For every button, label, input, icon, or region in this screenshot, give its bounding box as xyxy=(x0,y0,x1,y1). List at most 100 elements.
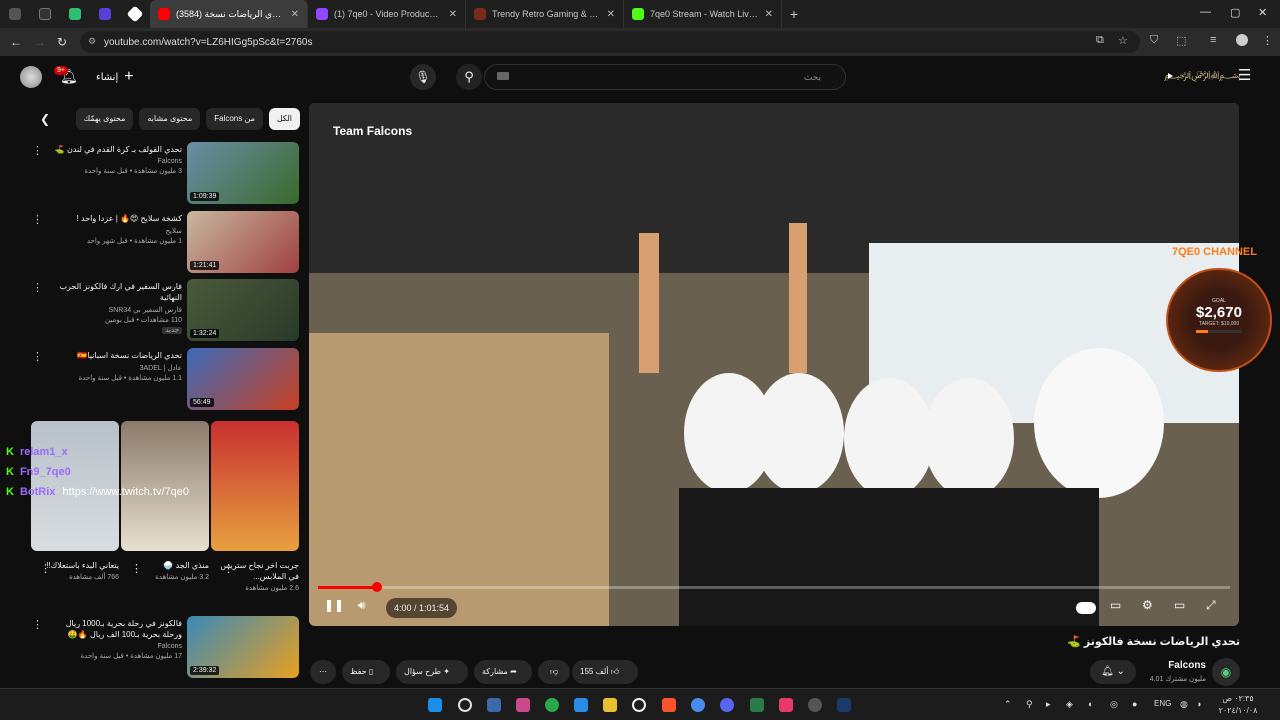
app-icon[interactable] xyxy=(516,698,530,712)
minimize-icon[interactable]: — xyxy=(1200,6,1211,18)
video-thumbnail[interactable]: 56:49 xyxy=(187,348,299,410)
shield-icon[interactable]: ⛉ xyxy=(1150,34,1158,47)
app-icon[interactable] xyxy=(632,698,646,712)
like-button[interactable]: 155 ألف 👍︎ xyxy=(572,660,638,684)
channel-name[interactable]: Falcons xyxy=(50,643,182,650)
video-thumbnail[interactable]: 2:39:32 xyxy=(187,616,299,678)
close-icon[interactable]: ✕ xyxy=(291,9,299,20)
tray-icon[interactable]: ◐ xyxy=(1088,699,1093,709)
app-icon[interactable] xyxy=(545,698,559,712)
language-indicator[interactable]: ENG xyxy=(1154,699,1171,708)
fullscreen-icon[interactable]: ⤢ xyxy=(1206,598,1216,613)
video-title[interactable]: فارس السفير في ارك فالكونز الحرب النهائي… xyxy=(50,281,182,303)
more-options-icon[interactable]: ⋮ xyxy=(32,144,43,157)
more-options-icon[interactable]: ⋮ xyxy=(223,562,234,575)
chrome-icon[interactable] xyxy=(691,698,705,712)
close-icon[interactable]: ✕ xyxy=(765,9,773,20)
list-item[interactable]: 56:49 تحدي الرياضات نسخة اسبانيا🇪🇸 عادل … xyxy=(30,348,300,412)
channel-avatar[interactable]: ◉ xyxy=(1212,658,1240,686)
chip-related[interactable]: محتوى مشابه xyxy=(139,108,201,130)
profile-avatar[interactable] xyxy=(1236,34,1248,46)
reload-icon[interactable]: ↻ xyxy=(50,35,74,49)
brave-icon[interactable] xyxy=(662,698,676,712)
dislike-button[interactable]: 👎︎ xyxy=(538,660,570,684)
extensions-icon[interactable]: ⬚ xyxy=(1176,34,1186,47)
new-tab-button[interactable]: + xyxy=(782,6,806,22)
close-icon[interactable]: ✕ xyxy=(607,9,615,20)
video-title[interactable]: فالكونز في رحلة بحرية بـ1000 ريال ورحلة … xyxy=(50,618,182,640)
search-icon[interactable]: ⚲ xyxy=(456,64,482,90)
back-icon[interactable]: ← xyxy=(4,35,28,49)
close-icon[interactable]: ✕ xyxy=(449,9,457,20)
tab-retro[interactable]: Trendy Retro Gaming & Cult Fil ✕ xyxy=(466,0,624,28)
search-input[interactable]: بحث xyxy=(484,64,846,90)
channel-name[interactable]: Falcons xyxy=(1140,660,1206,671)
network-icon[interactable]: ◍ xyxy=(1180,699,1188,710)
obs-icon[interactable] xyxy=(808,698,822,712)
tab-youtube[interactable]: (3584) تحدي الرياضات نسخة ✕ xyxy=(150,0,308,28)
url-input[interactable]: ⚙ youtube.com/watch?v=LZ6HIGg5pSc&t=2760… xyxy=(80,31,1140,53)
ask-button[interactable]: طرح سؤال ✦ xyxy=(396,660,468,684)
folder-icon[interactable] xyxy=(603,698,617,712)
avatar[interactable] xyxy=(20,66,42,88)
video-thumbnail[interactable]: 1:32:24 xyxy=(187,279,299,341)
settings-gear-icon[interactable]: ⚙ xyxy=(1142,598,1153,612)
tray-icon[interactable]: ◈ xyxy=(1066,699,1073,710)
list-item[interactable]: 1:21:41 كشخة سلايح 😍🔥 | عزدا واحد ! سلاي… xyxy=(30,211,300,275)
pinned-tab[interactable] xyxy=(30,0,60,28)
more-options-icon[interactable]: ⋮ xyxy=(32,618,43,631)
video-player[interactable]: Team Falcons xyxy=(309,103,1239,626)
chip-for-you[interactable]: محتوى يهمّك xyxy=(75,108,134,130)
video-title[interactable]: كشخة سلايح 😍🔥 | عزدا واحد ! xyxy=(50,213,182,224)
app-icon[interactable] xyxy=(750,698,764,712)
steam-icon[interactable] xyxy=(837,698,851,712)
video-title[interactable]: تحدي الرياضات نسخة اسبانيا🇪🇸 xyxy=(50,350,182,361)
volume-icon[interactable]: ◑ xyxy=(1196,699,1201,709)
app-icon[interactable] xyxy=(779,698,793,712)
share-button[interactable]: مشاركة ➦ xyxy=(474,660,532,684)
site-info-icon[interactable]: ⚙ xyxy=(88,36,96,47)
youtube-logo[interactable]: ﷽ xyxy=(1160,68,1241,84)
more-options-icon[interactable]: ⋮ xyxy=(32,350,43,363)
channel-name[interactable]: فارس السفير بي SNR34 xyxy=(50,306,182,314)
channel-name[interactable]: سلايح xyxy=(50,227,182,235)
list-item[interactable]: 2:39:32 فالكونز في رحلة بحرية بـ1000 ريا… xyxy=(30,616,300,680)
tab-twitch[interactable]: (1) 7qe0 - Video Producer - Twi ✕ xyxy=(308,0,466,28)
volume-icon[interactable]: 🔊︎ xyxy=(358,598,366,613)
video-title[interactable]: تحدي القولف بـ كرة القدم في لندن ⛳ xyxy=(50,144,182,155)
subtitles-icon[interactable]: ▭ xyxy=(1110,598,1121,612)
channel-name[interactable]: عادل | 3ADEL xyxy=(50,364,182,372)
progress-bar[interactable] xyxy=(318,586,1230,589)
more-options-icon[interactable]: ⋮ xyxy=(32,281,43,294)
more-options-icon[interactable]: ⋮ xyxy=(40,562,51,575)
autoplay-toggle[interactable] xyxy=(1076,602,1096,614)
tray-icon[interactable]: ◎ xyxy=(1110,699,1118,710)
store-icon[interactable] xyxy=(574,698,588,712)
create-button[interactable]: إنشاء + xyxy=(96,68,134,86)
clock[interactable]: ٠٢:٣٥ ص ٢٠٢٤/١٠/٠٨ xyxy=(1210,693,1266,717)
pause-icon[interactable]: ❚❚ xyxy=(324,598,344,612)
video-thumbnail[interactable]: 1:21:41 xyxy=(187,211,299,273)
more-options-icon[interactable]: ⋮ xyxy=(131,562,142,575)
discord-icon[interactable] xyxy=(720,698,734,712)
maximize-icon[interactable]: ▢ xyxy=(1230,6,1240,19)
progress-scrubber[interactable] xyxy=(372,582,382,592)
pinned-tab[interactable] xyxy=(0,0,30,28)
mic-tray-icon[interactable]: ● xyxy=(1132,699,1137,709)
hamburger-icon[interactable]: ☰ xyxy=(1238,66,1251,84)
save-button[interactable]: حفظ ▯ xyxy=(342,660,390,684)
bookmark-star-icon[interactable]: ☆ xyxy=(1118,34,1128,47)
forward-icon[interactable]: → xyxy=(28,35,52,49)
app-icon[interactable] xyxy=(487,698,501,712)
more-options-icon[interactable]: ⋮ xyxy=(32,213,43,226)
tray-icon[interactable]: ▸ xyxy=(1046,699,1051,710)
chevron-up-icon[interactable]: ⌃ xyxy=(1004,699,1012,710)
chip-all[interactable]: الكل xyxy=(268,108,300,130)
theater-mode-icon[interactable]: ▭ xyxy=(1174,598,1185,612)
pinned-tab[interactable] xyxy=(90,0,120,28)
list-item[interactable]: 1:09:39 تحدي القولف بـ كرة القدم في لندن… xyxy=(30,142,300,206)
install-app-icon[interactable]: ⧉ xyxy=(1096,34,1104,47)
video-thumbnail[interactable]: 1:09:39 xyxy=(187,142,299,204)
media-icon[interactable]: ≡ xyxy=(1210,34,1216,46)
pinned-tab[interactable] xyxy=(120,0,150,28)
